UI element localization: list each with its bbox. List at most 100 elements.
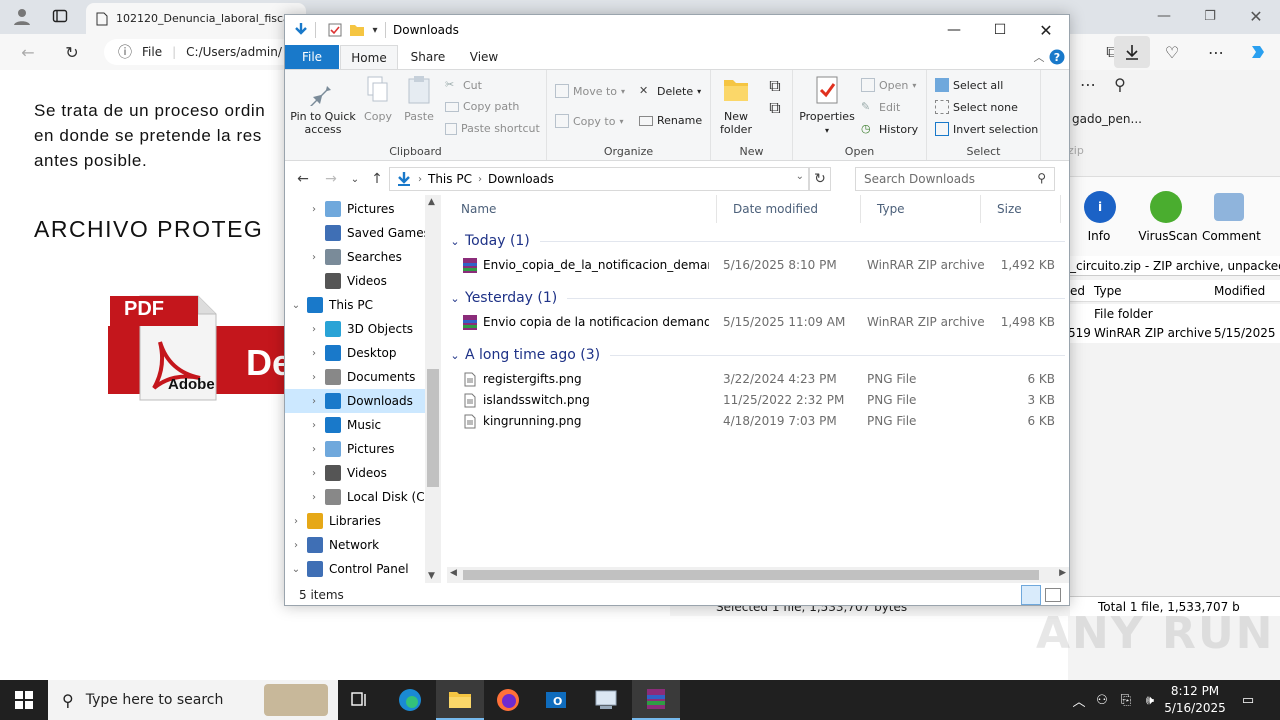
nav-item[interactable]: › 3D Objects	[285, 317, 425, 341]
back-icon[interactable]: ←	[14, 38, 42, 66]
expand-chevron-icon[interactable]: ›	[307, 372, 321, 383]
file-row[interactable]: islandsswitch.png 11/25/2022 2:32 PM PNG F…	[445, 390, 1065, 411]
download-item-name[interactable]: gado_pen...	[1072, 112, 1142, 126]
clock[interactable]: 8:12 PM 5/16/2025	[1160, 683, 1230, 717]
volume-icon[interactable]: 🕪	[1138, 693, 1162, 708]
minimize-icon[interactable]: —	[931, 15, 977, 45]
maximize-icon[interactable]: ☐	[977, 15, 1023, 45]
start-button[interactable]	[0, 680, 48, 720]
nav-item[interactable]: ⌄ Control Panel	[285, 557, 425, 581]
outlook-icon[interactable]: O	[532, 680, 580, 720]
tab-share[interactable]: Share	[403, 45, 453, 69]
column-date-modified[interactable]: Date modified	[717, 195, 861, 223]
expand-chevron-icon[interactable]: ›	[289, 540, 303, 551]
column-type[interactable]: Type	[861, 195, 981, 223]
scroll-up-icon[interactable]: ▲	[428, 197, 435, 207]
large-icons-view-icon[interactable]	[1045, 588, 1061, 602]
expand-chevron-icon[interactable]: ›	[307, 204, 321, 215]
copy-path-button[interactable]: Copy path	[445, 100, 519, 113]
column-name[interactable]: Name	[445, 195, 717, 223]
notification-icon[interactable]: ▭	[1236, 680, 1260, 720]
scroll-right-icon[interactable]: ▶	[1059, 568, 1066, 578]
history-button[interactable]: ◷ History	[861, 122, 918, 136]
pin-quick-access-button[interactable]: Pin to Quick access	[289, 74, 357, 136]
copy-button[interactable]: Copy	[359, 74, 397, 123]
tab-file[interactable]: File	[285, 45, 339, 69]
minimize-icon[interactable]: —	[1150, 2, 1178, 30]
virusscan-icon[interactable]	[1150, 191, 1182, 223]
more-options-icon[interactable]: ⋯	[1074, 70, 1102, 98]
forward-icon[interactable]: →	[321, 169, 341, 189]
edge-icon[interactable]	[386, 680, 434, 720]
search-input[interactable]: Search Downloads ⚲	[855, 167, 1055, 191]
winrar-row[interactable]: File folder	[1068, 304, 1280, 324]
nav-item[interactable]: › Libraries	[285, 509, 425, 533]
expand-chevron-icon[interactable]: ›	[307, 492, 321, 503]
scroll-down-icon[interactable]: ▼	[428, 571, 435, 581]
network-icon[interactable]: ⎘	[1114, 693, 1138, 708]
expand-chevron-icon[interactable]: ›	[307, 468, 321, 479]
up-icon[interactable]: ↑	[367, 169, 387, 189]
browser-tab[interactable]: 102120_Denuncia_laboral_fiscal	[86, 3, 306, 34]
horizontal-scrollbar[interactable]: ◀ ▶	[447, 567, 1069, 583]
details-view-icon[interactable]	[1021, 585, 1041, 605]
nav-item[interactable]: › Pictures	[285, 197, 425, 221]
scrollbar-thumb[interactable]	[427, 369, 439, 487]
breadcrumb-this-pc[interactable]: This PC	[428, 172, 472, 186]
pin-icon[interactable]: ⚲	[1106, 70, 1134, 98]
invert-selection-button[interactable]: Invert selection	[935, 122, 1038, 136]
tab-view[interactable]: View	[459, 45, 509, 69]
scroll-left-icon[interactable]: ◀	[450, 568, 457, 578]
group-header[interactable]: ⌄ A long time ago (3)	[445, 343, 1065, 367]
nav-item[interactable]: › Documents	[285, 365, 425, 389]
info-tool-icon[interactable]: i	[1084, 191, 1116, 223]
comment-icon[interactable]	[1214, 193, 1244, 221]
expand-chevron-icon[interactable]: ›	[307, 252, 321, 263]
easy-access-icon[interactable]: ⧉	[761, 94, 789, 122]
select-none-button[interactable]: Select none	[935, 100, 1018, 114]
file-explorer-icon[interactable]	[436, 680, 484, 720]
expand-chevron-icon[interactable]: ›	[307, 444, 321, 455]
nav-item[interactable]: › Searches	[285, 245, 425, 269]
collapse-chevron-icon[interactable]: ⌄	[445, 292, 465, 305]
health-icon[interactable]: ♡	[1158, 38, 1186, 66]
refresh-icon[interactable]: ↻	[58, 38, 86, 66]
breadcrumb-downloads[interactable]: Downloads	[488, 172, 554, 186]
close-icon[interactable]: ✕	[1023, 15, 1069, 45]
address-bar[interactable]: › This PC › Downloads ⌄	[389, 167, 809, 191]
tray-overflow-icon[interactable]: ︿	[1068, 691, 1090, 710]
network-computer-icon[interactable]	[582, 680, 630, 720]
expand-chevron-icon[interactable]: ›	[307, 348, 321, 359]
nav-item[interactable]: › Downloads	[285, 389, 425, 413]
copy-to-button[interactable]: Copy to ▾	[555, 114, 623, 128]
nav-item[interactable]: › Local Disk (C:)	[285, 485, 433, 509]
downloads-icon[interactable]	[1114, 36, 1150, 68]
profile-icon[interactable]	[8, 2, 36, 30]
copilot-icon[interactable]	[1244, 38, 1272, 66]
expand-chevron-icon[interactable]: ›	[307, 420, 321, 431]
paste-shortcut-button[interactable]: Paste shortcut	[445, 122, 540, 135]
nav-item[interactable]: ⌄ This PC	[285, 293, 425, 317]
nav-item[interactable]: › Desktop	[285, 341, 425, 365]
close-icon[interactable]: ✕	[1242, 2, 1270, 30]
rename-button[interactable]: Rename	[639, 114, 702, 127]
edit-button[interactable]: ✎ Edit	[861, 100, 900, 114]
expand-chevron-icon[interactable]: ⌄	[289, 564, 303, 575]
search-icon[interactable]: ⚲	[1037, 171, 1046, 185]
expand-chevron-icon[interactable]: ›	[289, 516, 303, 527]
column-size[interactable]: Size	[981, 195, 1061, 223]
new-folder-button[interactable]: New folder	[713, 74, 759, 136]
file-row[interactable]: registergifts.png 3/22/2024 4:23 PM PNG Fi…	[445, 369, 1065, 390]
group-header[interactable]: ⌄ Today (1)	[445, 229, 1065, 253]
paste-button[interactable]: Paste	[399, 74, 439, 123]
address-dropdown-icon[interactable]: ⌄	[796, 171, 804, 182]
nav-item[interactable]: › Videos	[285, 461, 425, 485]
restore-icon[interactable]: ❐	[1196, 2, 1224, 30]
recent-locations-icon[interactable]: ⌄	[345, 169, 365, 189]
firefox-icon[interactable]	[484, 680, 532, 720]
open-button[interactable]: Open ▾	[861, 78, 916, 92]
nav-item[interactable]: Videos	[285, 269, 425, 293]
collapse-chevron-icon[interactable]: ⌄	[445, 235, 465, 248]
expand-chevron-icon[interactable]: ⌄	[289, 300, 303, 311]
properties-button[interactable]: Properties ▾	[797, 74, 857, 137]
